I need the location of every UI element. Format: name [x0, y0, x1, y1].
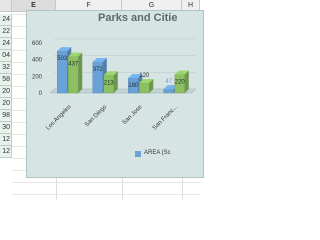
y-tick-label: 600	[32, 41, 43, 47]
data-label: 120	[139, 73, 150, 79]
data-label: 213	[104, 80, 115, 86]
y-tick-label: 0	[39, 91, 43, 97]
bar-chart: 0 200 400 600 503437 Los Angeles 372 213 San Die…	[32, 38, 197, 132]
legend-swatch-area	[135, 151, 141, 157]
x-tick-label: San Jose	[122, 104, 144, 126]
bar-front	[163, 88, 174, 94]
y-tick-label: 400	[32, 58, 43, 64]
data-label: 180	[128, 83, 139, 89]
data-label: 220	[175, 80, 186, 86]
x-tick-label: Los Angeles	[45, 104, 72, 131]
data-label: 437	[68, 62, 79, 68]
bar-side	[78, 52, 83, 93]
legend-label-area: AREA (Sc	[144, 150, 171, 156]
data-label: 503	[57, 56, 68, 62]
x-tick-label: San Franc...	[152, 104, 180, 132]
data-label: 47	[165, 79, 172, 85]
data-label: 372	[93, 67, 104, 73]
bar-front	[139, 82, 150, 94]
y-tick-label: 200	[32, 74, 43, 80]
x-tick-label: San Diego	[84, 104, 109, 129]
